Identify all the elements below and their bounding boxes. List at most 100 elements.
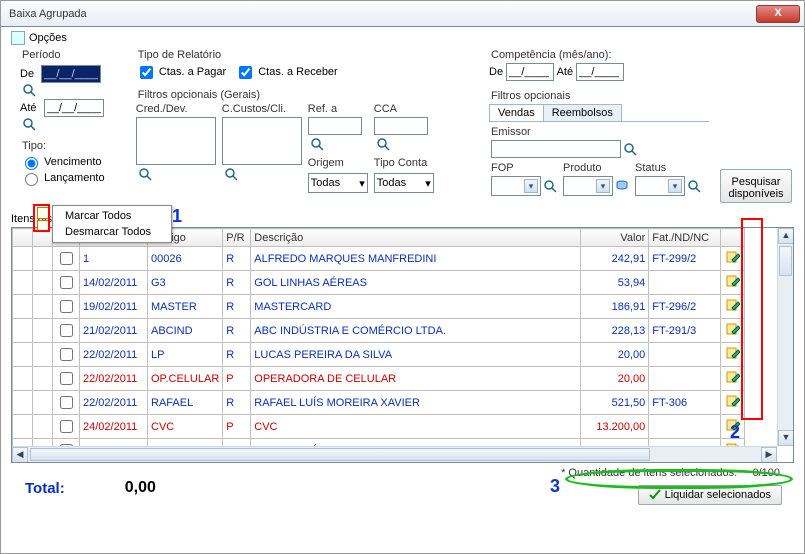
- table-row[interactable]: 19/02/2011MASTERRMASTERCARD186,91FT-296/…: [13, 295, 745, 319]
- check-icon: [649, 489, 661, 501]
- lookup-icon[interactable]: [138, 167, 152, 181]
- chevron-down-icon: ▾: [359, 177, 365, 190]
- fop-combo[interactable]: ▾: [491, 176, 541, 196]
- qtd-value: 0/100: [752, 467, 780, 479]
- footer: Total: 0,00 * Quantidade de itens seleci…: [11, 463, 794, 513]
- annotation-2: 2: [730, 422, 740, 443]
- produto-combo[interactable]: ▾: [563, 176, 613, 196]
- competencia-legend: Competência (mês/ano):: [489, 49, 613, 61]
- status-combo[interactable]: ▾: [635, 176, 685, 196]
- produto-label: Produto: [563, 162, 629, 174]
- ate-label: Até: [20, 102, 37, 114]
- origem-label: Origem: [308, 157, 368, 169]
- periodo-de-input[interactable]: [41, 65, 101, 83]
- lookup-icon[interactable]: [376, 137, 390, 151]
- comp-ate-input[interactable]: [576, 63, 624, 81]
- lookup-icon[interactable]: [543, 179, 557, 193]
- horizontal-scrollbar[interactable]: ◀ ▶: [12, 446, 777, 462]
- ccustos-label: C.Custos/Cli.: [222, 103, 302, 115]
- cca-input[interactable]: [374, 117, 428, 135]
- edit-icon[interactable]: [726, 250, 740, 264]
- tipo-vencimento-radio[interactable]: Vencimento: [20, 156, 102, 168]
- status-label: Status: [635, 162, 701, 174]
- ccustos-list[interactable]: [222, 117, 302, 165]
- row-checkbox[interactable]: [60, 348, 73, 361]
- window-title: Baixa Agrupada: [5, 8, 756, 20]
- col-actions[interactable]: [721, 229, 745, 247]
- vertical-scrollbar[interactable]: ▲ ▼: [777, 228, 793, 446]
- lookup-icon[interactable]: [224, 167, 238, 181]
- row-checkbox[interactable]: [60, 324, 73, 337]
- relatorio-legend: Tipo de Relatório: [136, 49, 223, 61]
- emissor-input[interactable]: [491, 140, 621, 158]
- periodo-ate-input[interactable]: [44, 99, 104, 117]
- pesquisar-button[interactable]: Pesquisar disponíveis: [720, 169, 792, 203]
- row-checkbox[interactable]: [60, 252, 73, 265]
- de-label: De: [20, 68, 34, 80]
- scroll-up-icon[interactable]: ▲: [778, 228, 794, 244]
- col-fat[interactable]: Fat./ND/NC: [649, 229, 721, 247]
- emissor-label: Emissor: [491, 126, 701, 138]
- col-descricao[interactable]: Descrição: [251, 229, 581, 247]
- refa-input[interactable]: [308, 117, 362, 135]
- row-checkbox[interactable]: [60, 276, 73, 289]
- tab-vendas[interactable]: Vendas: [489, 104, 544, 121]
- lookup-icon[interactable]: [22, 83, 36, 97]
- chevron-down-icon: ▾: [596, 179, 610, 193]
- qtd-label: * Quantidade de itens selecionados:: [561, 467, 737, 479]
- col-blank[interactable]: [13, 229, 33, 247]
- row-checkbox[interactable]: [60, 420, 73, 433]
- grid: Código P/R Descrição Valor Fat./ND/NC 10…: [11, 227, 794, 463]
- total-label: Total:: [25, 480, 65, 497]
- lookup-icon[interactable]: [310, 137, 324, 151]
- edit-icon[interactable]: [726, 394, 740, 408]
- edit-icon[interactable]: [726, 346, 740, 360]
- chevron-down-icon: ▾: [425, 177, 431, 190]
- filtros-opc-legend: Filtros opcionais: [489, 90, 572, 102]
- row-checkbox[interactable]: [60, 372, 73, 385]
- tipo-legend: Tipo:: [20, 140, 48, 152]
- edit-icon[interactable]: [726, 370, 740, 384]
- origem-combo[interactable]: Todas▾: [308, 173, 368, 193]
- tipo-lancamento-radio[interactable]: Lançamento: [20, 172, 105, 184]
- edit-icon[interactable]: [726, 274, 740, 288]
- table-row[interactable]: 21/02/2011ABCINDRABC INDÚSTRIA E COMÉRCI…: [13, 319, 745, 343]
- row-checkbox[interactable]: [60, 396, 73, 409]
- close-button[interactable]: X: [756, 5, 800, 23]
- liquidar-button[interactable]: Liquidar selecionados: [638, 485, 782, 505]
- annotation-1: 1: [172, 206, 182, 227]
- scroll-down-icon[interactable]: ▼: [778, 430, 794, 446]
- row-checkbox[interactable]: [60, 300, 73, 313]
- comp-de-label: De: [489, 66, 503, 78]
- chevron-down-icon: ▾: [668, 179, 682, 193]
- tab-reembolsos[interactable]: Reembolsos: [543, 104, 622, 121]
- col-pr[interactable]: P/R: [223, 229, 251, 247]
- table-row[interactable]: 14/02/2011G3RGOL LINHAS AÉREAS53,94: [13, 271, 745, 295]
- col-valor[interactable]: Valor: [581, 229, 649, 247]
- comp-de-input[interactable]: [506, 63, 554, 81]
- table-row[interactable]: 100026RALFREDO MARQUES MANFREDINI242,91F…: [13, 247, 745, 271]
- table-row[interactable]: 22/02/2011RAFAELRRAFAEL LUÍS MOREIRA XAV…: [13, 391, 745, 415]
- menu-desmarcar-todos[interactable]: Desmarcar Todos: [53, 224, 171, 240]
- lookup-icon[interactable]: [623, 142, 637, 156]
- periodo-legend: Período: [20, 49, 63, 61]
- cred-dev-list[interactable]: [136, 117, 216, 165]
- scroll-right-icon[interactable]: ▶: [761, 447, 777, 463]
- lookup-icon[interactable]: [687, 179, 701, 193]
- db-icon[interactable]: [615, 179, 629, 193]
- ctas-pagar-checkbox[interactable]: Ctas. a Pagar: [136, 66, 226, 78]
- table-row[interactable]: 22/02/2011LPRLUCAS PEREIRA DA SILVA20,00: [13, 343, 745, 367]
- cca-label: CCA: [374, 103, 434, 115]
- table-row[interactable]: 22/02/2011OP.CELULARPOPERADORA DE CELULA…: [13, 367, 745, 391]
- menu-marcar-todos[interactable]: Marcar Todos: [53, 208, 171, 224]
- edit-icon[interactable]: [726, 298, 740, 312]
- annotation-3: 3: [550, 476, 560, 497]
- context-menu: Marcar Todos Desmarcar Todos: [52, 205, 172, 243]
- lookup-icon[interactable]: [22, 117, 36, 131]
- ctas-receber-checkbox[interactable]: Ctas. a Receber: [235, 66, 338, 78]
- chevron-down-icon: ▾: [524, 179, 538, 193]
- scroll-left-icon[interactable]: ◀: [12, 447, 28, 463]
- edit-icon[interactable]: [726, 322, 740, 336]
- tipoconta-combo[interactable]: Todas▾: [374, 173, 434, 193]
- table-row[interactable]: 24/02/2011CVCPCVC13.200,00: [13, 415, 745, 439]
